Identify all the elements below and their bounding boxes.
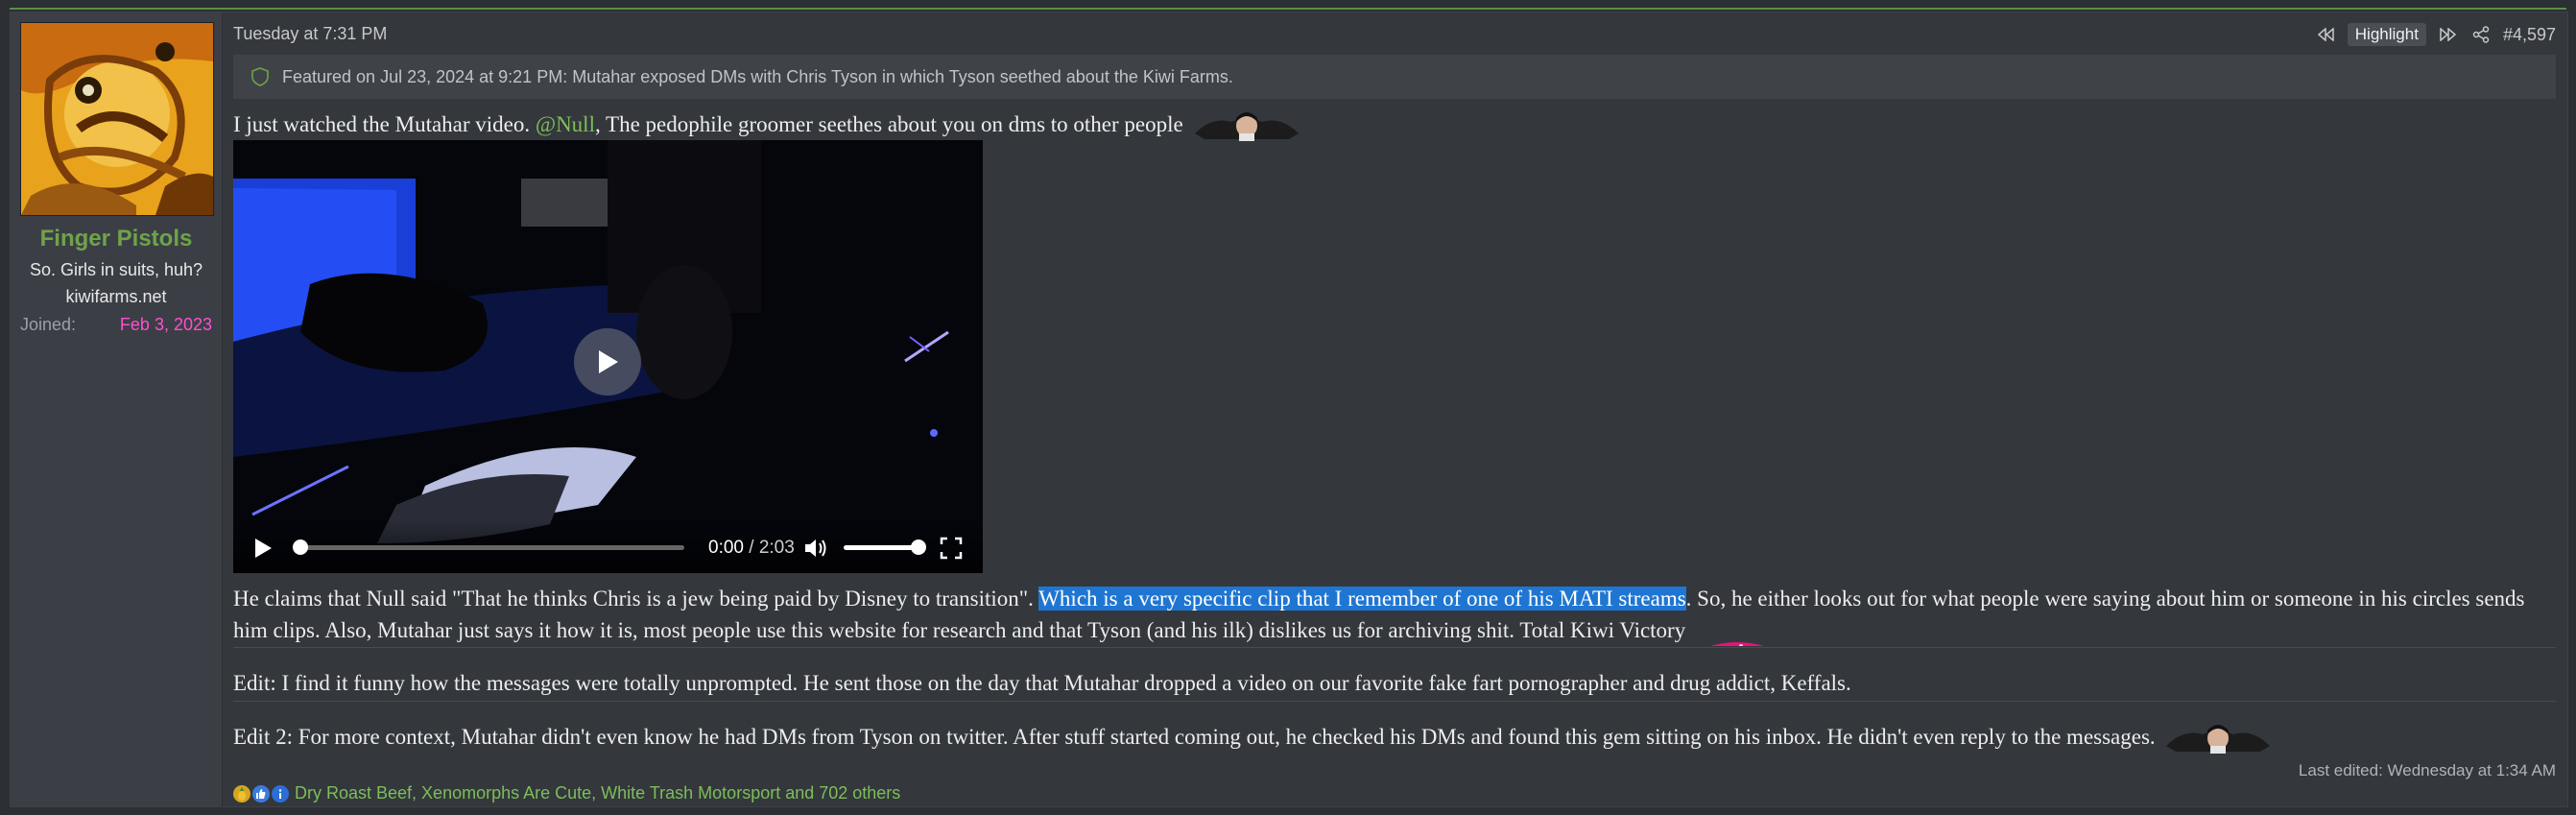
user-banner: kiwifarms.net bbox=[65, 287, 167, 306]
user-title: So. Girls in suits, huh? bbox=[29, 260, 203, 279]
previous-highlight-icon[interactable] bbox=[2315, 24, 2336, 45]
emoji-image bbox=[2164, 724, 2272, 754]
user-sidebar: Finger Pistols So. Girls in suits, huh? … bbox=[11, 12, 223, 806]
video-play-overlay[interactable] bbox=[574, 328, 641, 396]
pink-emoji-image bbox=[1691, 631, 1783, 646]
avatar[interactable] bbox=[20, 22, 214, 216]
emoji-image bbox=[1193, 111, 1300, 141]
duration: / 2:03 bbox=[749, 538, 795, 558]
p2-text: He claims that Null said "That he thinks… bbox=[233, 587, 1039, 611]
volume-thumb[interactable] bbox=[911, 539, 926, 555]
shield-icon bbox=[251, 67, 269, 86]
top-accent-line bbox=[10, 8, 2566, 10]
avatar-image bbox=[21, 23, 213, 215]
post-date-link[interactable]: Tuesday at 7:31 PM bbox=[233, 24, 387, 44]
last-edited: Last edited: Wednesday at 1:34 AM bbox=[2298, 761, 2556, 779]
paragraph-1: I just watched the Mutahar video. @Null,… bbox=[233, 108, 2556, 141]
divider bbox=[233, 647, 2556, 648]
fullscreen-icon[interactable] bbox=[940, 537, 963, 560]
divider bbox=[233, 701, 2556, 702]
current-time: 0:00 bbox=[708, 538, 744, 558]
selected-text: Which is a very specific clip that I rem… bbox=[1038, 587, 1686, 611]
reaction-users-link[interactable]: Dry Roast Beef, Xenomorphs Are Cute, Whi… bbox=[295, 783, 900, 803]
next-highlight-icon[interactable] bbox=[2438, 24, 2459, 45]
username-link[interactable]: Finger Pistols bbox=[11, 226, 222, 252]
p4-text: Edit 2: For more context, Mutahar didn't… bbox=[233, 725, 2156, 749]
featured-text: Featured on Jul 23, 2024 at 9:21 PM: Mut… bbox=[282, 66, 1233, 86]
seek-thumb[interactable] bbox=[293, 539, 308, 555]
highlight-button[interactable]: Highlight bbox=[2347, 23, 2426, 46]
forum-post: Finger Pistols So. Girls in suits, huh? … bbox=[10, 12, 2568, 807]
share-icon[interactable] bbox=[2470, 24, 2492, 45]
featured-notice: Featured on Jul 23, 2024 at 9:21 PM: Mut… bbox=[233, 55, 2556, 99]
paragraph-2: He claims that Null said "That he thinks… bbox=[233, 583, 2556, 646]
p1-text-after: , The pedophile groomer seethes about yo… bbox=[594, 112, 1183, 136]
volume-slider[interactable] bbox=[844, 539, 926, 555]
post-number-link[interactable]: #4,597 bbox=[2503, 25, 2556, 45]
info-reaction-icon bbox=[272, 784, 289, 803]
joined-label: Joined: bbox=[20, 315, 77, 334]
video-seek-slider[interactable] bbox=[293, 539, 684, 555]
video-time: 0:00 / 2:03 bbox=[708, 538, 795, 559]
video-controls: 0:00 / 2:03 bbox=[233, 519, 983, 573]
play-button-icon[interactable] bbox=[252, 537, 274, 560]
pineapple-reaction-icon bbox=[233, 784, 250, 803]
thumbs-up-reaction-icon bbox=[252, 784, 270, 803]
post-main: Tuesday at 7:31 PM Highlight #4,597 Feat… bbox=[233, 12, 2556, 806]
play-icon bbox=[599, 350, 618, 373]
reactions-bar: Dry Roast Beef, Xenomorphs Are Cute, Whi… bbox=[233, 783, 900, 803]
mention-link[interactable]: @Null bbox=[536, 112, 595, 136]
video-player[interactable]: 0:00 / 2:03 bbox=[233, 140, 983, 573]
p1-text: I just watched the Mutahar video. bbox=[233, 112, 536, 136]
volume-icon[interactable] bbox=[803, 537, 828, 560]
paragraph-3: Edit: I find it funny how the messages w… bbox=[233, 671, 1851, 695]
joined-date: Feb 3, 2023 bbox=[119, 315, 212, 334]
reaction-icons bbox=[233, 784, 289, 803]
post-actions: Highlight #4,597 bbox=[2315, 22, 2556, 47]
paragraph-4: Edit 2: For more context, Mutahar didn't… bbox=[233, 721, 2556, 754]
